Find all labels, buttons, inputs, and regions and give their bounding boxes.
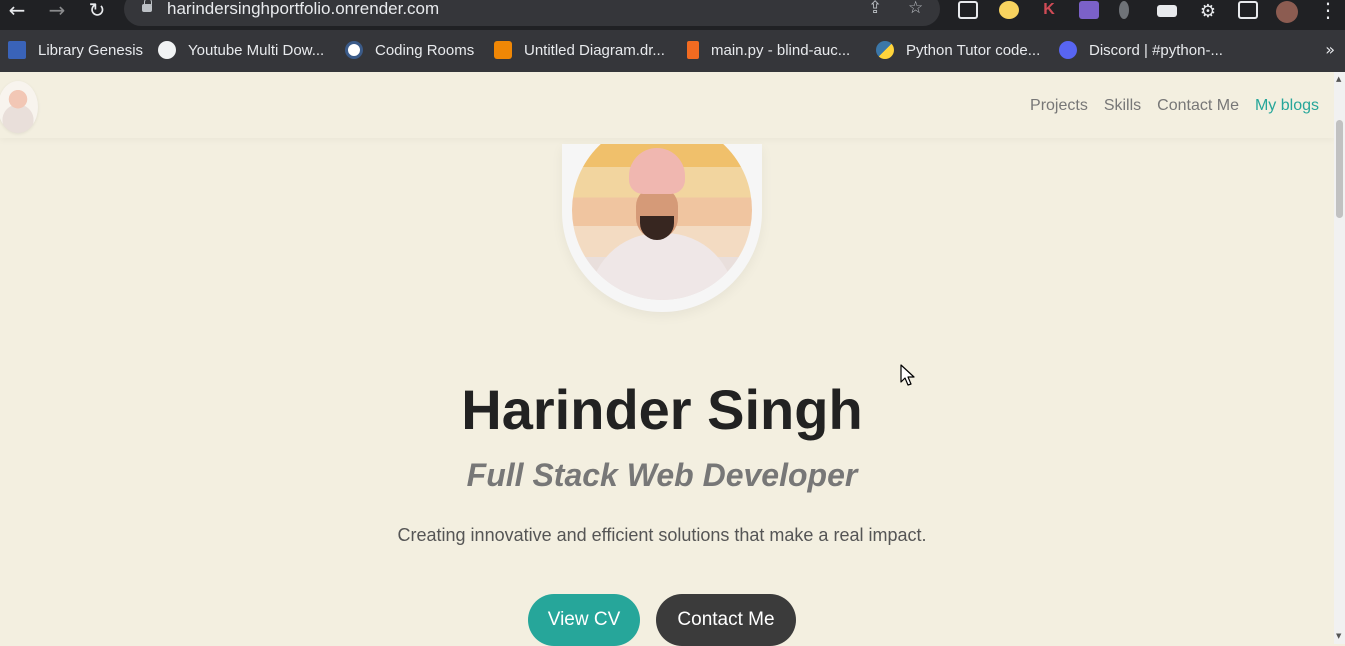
site-header: Projects Skills Contact Me My blogs	[0, 72, 1334, 138]
scrollbar-thumb[interactable]	[1336, 120, 1343, 218]
mouse-pointer-icon	[900, 364, 915, 386]
diagram-icon	[494, 41, 512, 59]
replit-icon	[687, 41, 699, 59]
k-extension-icon[interactable]: K	[1039, 1, 1059, 19]
purple-extension-icon[interactable]	[1079, 1, 1099, 19]
kebab-menu-icon[interactable]: ⋮	[1316, 0, 1340, 22]
bookmark-star-icon[interactable]: ☆	[908, 0, 923, 17]
book-icon	[8, 41, 26, 59]
globe-icon	[158, 41, 176, 59]
hero-tagline: Creating innovative and efficient soluti…	[397, 525, 927, 545]
reload-button[interactable]: ↻	[85, 0, 109, 22]
address-bar[interactable]: harindersinghportfolio.onrender.com ⇪ ☆	[124, 0, 940, 26]
turban-shape	[629, 148, 685, 194]
share-icon[interactable]: ⇪	[868, 0, 882, 17]
bookmark-youtube-multi-downloader[interactable]: Youtube Multi Dow...	[158, 40, 324, 60]
bookmark-python-tutor[interactable]: Python Tutor code...	[876, 40, 1040, 60]
page-scrollbar[interactable]: ▲ ▼	[1334, 72, 1345, 644]
bookmark-library-genesis[interactable]: Library Genesis	[8, 40, 143, 60]
profile-photo	[562, 144, 762, 312]
bookmark-label: Coding Rooms	[375, 41, 475, 59]
bookmark-label: main.py - blind-auc...	[711, 41, 851, 59]
profile-photo-inner	[572, 144, 752, 300]
bookmark-untitled-diagram[interactable]: Untitled Diagram.dr...	[494, 40, 665, 60]
bookmark-coding-rooms[interactable]: Coding Rooms	[345, 40, 474, 60]
site-navigation: Projects Skills Contact Me My blogs	[1030, 97, 1319, 115]
bookmarks-bar: Library Genesis Youtube Multi Dow... Cod…	[0, 30, 1345, 72]
gray-extension-icon[interactable]	[1119, 1, 1129, 19]
puzzle-extension-icon[interactable]: ⚙	[1198, 1, 1218, 21]
scroll-up-icon[interactable]: ▲	[1336, 75, 1341, 83]
profile-avatar-icon[interactable]	[1276, 1, 1298, 23]
bookmark-label: Discord | #python-...	[1089, 41, 1223, 59]
scroll-down-icon[interactable]: ▼	[1336, 632, 1341, 640]
view-cv-button[interactable]: View CV	[528, 594, 640, 646]
nav-projects[interactable]: Projects	[1030, 97, 1088, 115]
lock-icon	[142, 0, 152, 12]
contact-me-button[interactable]: Contact Me	[656, 594, 796, 646]
nav-contact-me[interactable]: Contact Me	[1157, 97, 1239, 115]
more-bookmarks-icon[interactable]: »	[1325, 40, 1335, 59]
bookmark-label: Youtube Multi Dow...	[188, 41, 325, 59]
bookmark-main-py[interactable]: main.py - blind-auc...	[687, 40, 850, 60]
bookmark-label: Library Genesis	[38, 41, 144, 59]
bookmark-discord-python[interactable]: Discord | #python-...	[1059, 40, 1223, 60]
hero-name: Harinder Singh	[461, 378, 863, 441]
python-icon	[876, 41, 894, 59]
side-panel-icon[interactable]	[1238, 1, 1258, 19]
discord-icon	[1059, 41, 1077, 59]
bookmark-label: Python Tutor code...	[906, 41, 1041, 59]
nav-my-blogs[interactable]: My blogs	[1255, 97, 1319, 115]
url-text[interactable]: harindersinghportfolio.onrender.com	[167, 0, 439, 19]
shirt-shape	[589, 233, 735, 300]
forward-button[interactable]: →	[45, 0, 69, 22]
computer-extension-icon[interactable]	[1157, 5, 1177, 17]
hero-section: Harinder Singh Full Stack Web Developer …	[0, 138, 1334, 646]
bookmark-label: Untitled Diagram.dr...	[524, 41, 665, 59]
diamond-icon	[345, 41, 363, 59]
hero-role: Full Stack Web Developer	[466, 457, 858, 493]
clock-extension-icon[interactable]	[999, 1, 1019, 19]
reading-list-icon[interactable]	[958, 1, 978, 19]
back-button[interactable]: ←	[5, 0, 29, 22]
nav-skills[interactable]: Skills	[1104, 97, 1141, 115]
header-avatar[interactable]	[0, 81, 38, 133]
browser-toolbar: ← → ↻ harindersinghportfolio.onrender.co…	[0, 0, 1345, 30]
